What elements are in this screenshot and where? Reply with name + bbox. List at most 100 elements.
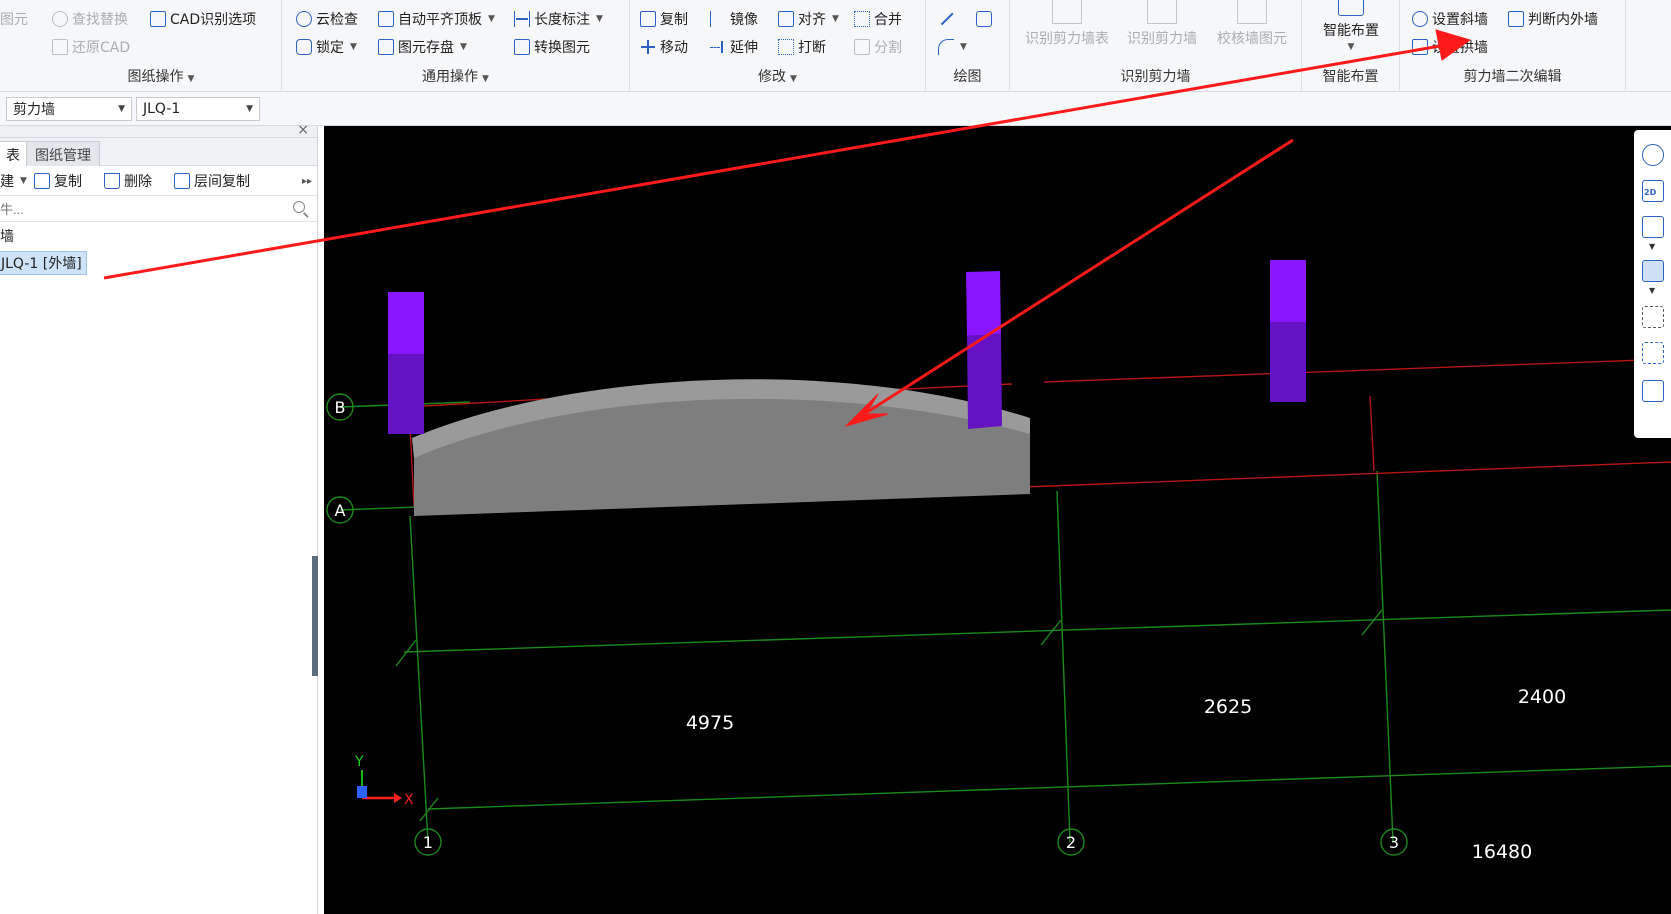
category-select[interactable]: 剪力墙 ▼ xyxy=(6,97,132,121)
judge-inner-outer-button[interactable]: 判断内外墙 xyxy=(1508,8,1598,30)
floor-copy-button[interactable]: 层间复制 xyxy=(174,170,250,192)
view-display-mode-button[interactable] xyxy=(1642,260,1664,282)
view-3d-button[interactable] xyxy=(1642,216,1664,238)
panel-delete-button[interactable]: 删除 xyxy=(104,170,152,192)
group-drawing-ops-label[interactable]: 图纸操作 ▼ xyxy=(40,66,282,86)
search-icon[interactable] xyxy=(293,201,305,213)
convert-element-label: 转换图元 xyxy=(534,40,590,56)
arc-tool-button[interactable]: ▼ xyxy=(938,36,967,58)
sloped-wall-icon xyxy=(1412,11,1428,27)
check-icon xyxy=(1237,0,1267,24)
gizmo-x-label: X xyxy=(404,792,414,808)
axis-label-b: B xyxy=(335,398,346,417)
find-replace-label: 查找替换 xyxy=(72,12,128,28)
tree-node-shear-wall-label: 墙 xyxy=(0,229,14,245)
new-component-label: 建 xyxy=(0,174,14,190)
group-modify: 复制 镜像 对齐 ▼ 合并 移动 延伸 打断 分割 修改 ▼ xyxy=(630,0,926,92)
grid-line-2 xyxy=(1056,490,1071,843)
component-list-panel: × 表 图纸管理 建 ▼ 复制 删除 层间复制 ▸▸ 牛... 墙 JLQ-1 … xyxy=(0,122,318,914)
chevron-down-icon: ▼ xyxy=(1347,42,1355,52)
smart-layout-button[interactable]: 智能布置 ▼ xyxy=(1310,0,1392,52)
move-icon xyxy=(640,39,656,55)
chevron-down-icon[interactable]: ▼ xyxy=(1649,286,1655,295)
panel-resize-handle[interactable] xyxy=(312,556,318,676)
tree-node-jlq-1[interactable]: JLQ-1 [外墙] xyxy=(0,251,87,275)
lock-button[interactable]: 锁定 ▼ xyxy=(296,36,357,58)
merge-label: 合并 xyxy=(874,12,902,28)
mirror-button[interactable]: 镜像 xyxy=(710,8,758,30)
set-sloped-wall-label: 设置斜墙 xyxy=(1432,12,1488,28)
cloud-check-icon xyxy=(296,11,312,27)
panel-title-bar: × xyxy=(0,122,317,138)
cloud-check-button[interactable]: 云检查 xyxy=(296,8,358,30)
element-select[interactable]: JLQ-1 ▼ xyxy=(136,97,260,121)
view-2d-label: 2D xyxy=(1644,188,1657,197)
arch-wall-icon xyxy=(1412,39,1428,55)
element-save-button[interactable]: 图元存盘 ▼ xyxy=(378,36,467,58)
tab-component-list[interactable]: 表 xyxy=(0,141,29,166)
cad-options-icon xyxy=(150,11,166,27)
line-tool-button[interactable] xyxy=(938,8,954,30)
tree-node-jlq-1-label: JLQ-1 [外墙] xyxy=(1,256,82,272)
check-wall-button[interactable]: 校核墙图元 xyxy=(1210,0,1294,48)
panel-copy-button[interactable]: 复制 xyxy=(34,170,82,192)
fullscreen-button[interactable] xyxy=(1642,306,1664,328)
move-button[interactable]: 移动 xyxy=(640,36,688,58)
group-draw-label: 绘图 xyxy=(953,69,982,85)
auto-align-top-button[interactable]: 自动平齐顶板 ▼ xyxy=(378,8,495,30)
new-component-button[interactable]: 建 ▼ xyxy=(0,170,27,192)
axis-label-3: 3 xyxy=(1389,833,1399,852)
component-search-input[interactable] xyxy=(0,198,290,220)
rect-tool-button[interactable] xyxy=(976,8,992,30)
group-general-ops-label[interactable]: 通用操作 ▼ xyxy=(282,66,629,86)
close-icon[interactable]: × xyxy=(297,122,309,138)
set-sloped-wall-button[interactable]: 设置斜墙 xyxy=(1412,8,1488,30)
more-tools-button[interactable]: ▸▸ xyxy=(302,170,312,192)
red-line-col3 xyxy=(1369,395,1375,472)
dimension-16480: 16480 xyxy=(1472,841,1532,863)
tree-node-shear-wall[interactable]: 墙 xyxy=(0,226,14,246)
set-arch-wall-label: 设置拱墙 xyxy=(1432,40,1488,56)
app-window: 图元 查找替换 CAD识别选项 还原CAD 图纸操作 ▼ 云检查 自动平齐顶板 … xyxy=(0,0,1671,914)
align-button[interactable]: 对齐 ▼ xyxy=(778,8,839,30)
group-recognize-shear-wall: 识别剪力墙表 识别剪力墙 校核墙图元 识别剪力墙 xyxy=(1010,0,1302,92)
convert-element-button[interactable]: 转换图元 xyxy=(514,36,590,58)
axis-label-a: A xyxy=(335,501,346,520)
extend-button[interactable]: 延伸 xyxy=(710,36,758,58)
isolate-view-button[interactable] xyxy=(1642,342,1664,364)
copy-button[interactable]: 复制 xyxy=(640,8,688,30)
restore-cad-label: 还原CAD xyxy=(72,40,131,56)
mirror-label: 镜像 xyxy=(730,12,758,28)
group-smart-layout-label: 智能布置 xyxy=(1322,69,1379,85)
find-replace-button[interactable]: 查找替换 xyxy=(52,8,128,30)
red-line-b-right xyxy=(1043,358,1671,383)
model-viewport[interactable]: B A 1 2 3 4975 2625 2400 16480 Y X xyxy=(324,126,1671,914)
rectangle-icon xyxy=(976,11,992,27)
length-dim-button[interactable]: 长度标注 ▼ xyxy=(514,8,603,30)
lock-label: 锁定 xyxy=(316,40,344,56)
orbit-view-button[interactable] xyxy=(1642,144,1664,166)
chevron-down-icon: ▼ xyxy=(790,74,797,84)
recognize-wall-table-button[interactable]: 识别剪力墙表 xyxy=(1020,0,1114,48)
group-modify-label[interactable]: 修改 ▼ xyxy=(630,66,925,86)
tab-drawing-management[interactable]: 图纸管理 xyxy=(26,141,100,166)
smart-layout-label: 智能布置 xyxy=(1323,23,1379,39)
cad-options-button[interactable]: CAD识别选项 xyxy=(150,8,256,30)
copy-icon xyxy=(34,173,50,189)
partial-element-button[interactable]: 图元 xyxy=(0,8,28,30)
split-button[interactable]: 分割 xyxy=(854,36,902,58)
tick-1b xyxy=(419,797,439,822)
break-button[interactable]: 打断 xyxy=(778,36,826,58)
display-settings-button[interactable] xyxy=(1642,380,1664,402)
auto-align-top-label: 自动平齐顶板 xyxy=(398,12,482,28)
restore-cad-button[interactable]: 还原CAD xyxy=(52,36,130,58)
recognize-wall-table-label: 识别剪力墙表 xyxy=(1025,31,1109,47)
chevron-down-icon[interactable]: ▼ xyxy=(1649,242,1655,251)
recognize-wall-button[interactable]: 识别剪力墙 xyxy=(1122,0,1202,48)
split-label: 分割 xyxy=(874,40,902,56)
panel-copy-label: 复制 xyxy=(54,174,82,190)
set-arch-wall-button[interactable]: 设置拱墙 xyxy=(1412,36,1488,58)
dimension-2625: 2625 xyxy=(1204,696,1252,718)
merge-button[interactable]: 合并 xyxy=(854,8,902,30)
move-label: 移动 xyxy=(660,40,688,56)
